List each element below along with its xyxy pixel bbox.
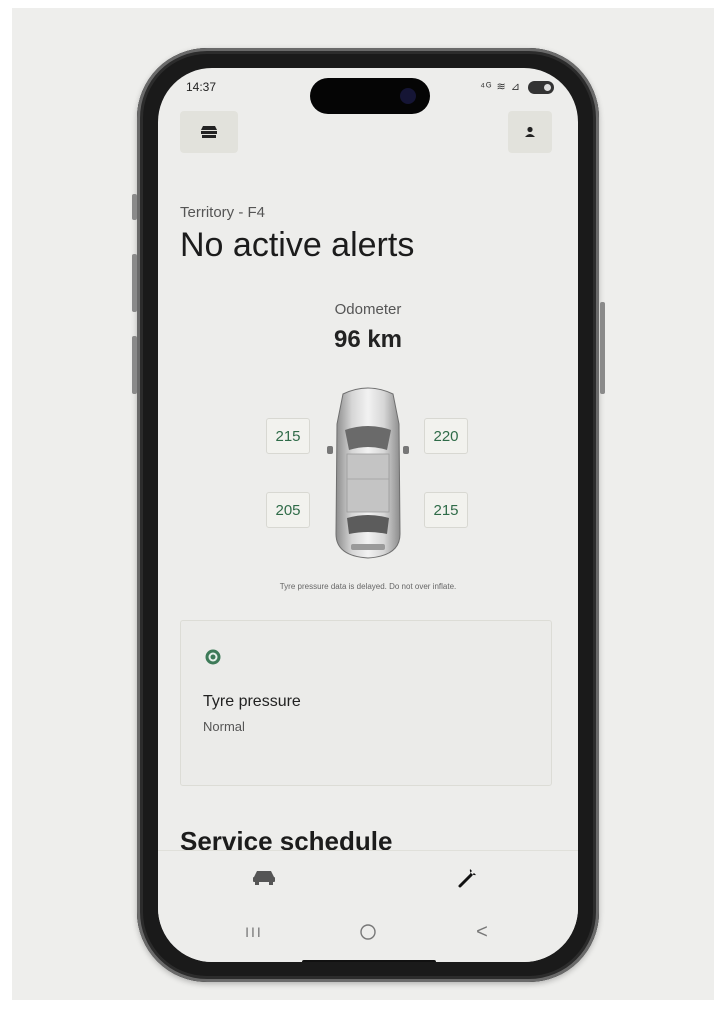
vehicle-name: Territory - F4 (180, 204, 266, 221)
divider (158, 850, 578, 851)
status-time: 14:37 (186, 80, 217, 94)
car-top-view-icon (327, 387, 409, 559)
phone-screen: 14:37 ⁴ᴳ ≋ ⊿ Territory - F4 No active al… (158, 68, 578, 962)
profile-button[interactable] (508, 111, 552, 153)
home-indicator (302, 960, 436, 962)
person-icon (525, 126, 535, 137)
odometer-label: Odometer (334, 301, 402, 318)
status-icons: ⁴ᴳ ≋ ⊿ (480, 80, 554, 94)
car-menu-icon (201, 126, 217, 138)
recent-apps-button[interactable]: III (234, 920, 274, 944)
signal-icons: ⁴ᴳ ≋ ⊿ (480, 81, 521, 93)
volume-down-button (132, 336, 137, 394)
camera-icon (400, 88, 416, 104)
nav-vehicle-tab[interactable] (244, 862, 284, 892)
pressure-delay-note: Tyre pressure data is delayed. Do not ov… (279, 582, 457, 591)
battery-icon (528, 80, 554, 94)
tyre-front-left: 215 (266, 418, 310, 454)
tyre-rear-left: 205 (266, 492, 310, 528)
home-circle-icon (360, 924, 376, 940)
back-button[interactable]: < (462, 920, 502, 944)
home-button[interactable] (348, 920, 388, 944)
tyre-rear-right: 215 (424, 492, 468, 528)
nav-service-tab[interactable] (448, 862, 488, 892)
alerts-headline: No active alerts (180, 226, 415, 264)
card-title: Tyre pressure (203, 693, 301, 710)
bottom-navigation: III < (158, 850, 578, 962)
odometer-value: 96 km (333, 326, 403, 353)
tyre-front-right: 220 (424, 418, 468, 454)
dynamic-island (310, 78, 430, 114)
volume-up-button (132, 254, 137, 312)
car-icon (253, 871, 275, 885)
vehicle-menu-button[interactable] (180, 111, 238, 153)
power-button (600, 302, 605, 394)
tyre-pressure-card[interactable]: Tyre pressure Normal (180, 620, 552, 786)
ok-status-icon (205, 649, 221, 665)
card-status: Normal (203, 719, 245, 734)
action-button (132, 194, 137, 220)
wrench-icon (458, 869, 476, 888)
